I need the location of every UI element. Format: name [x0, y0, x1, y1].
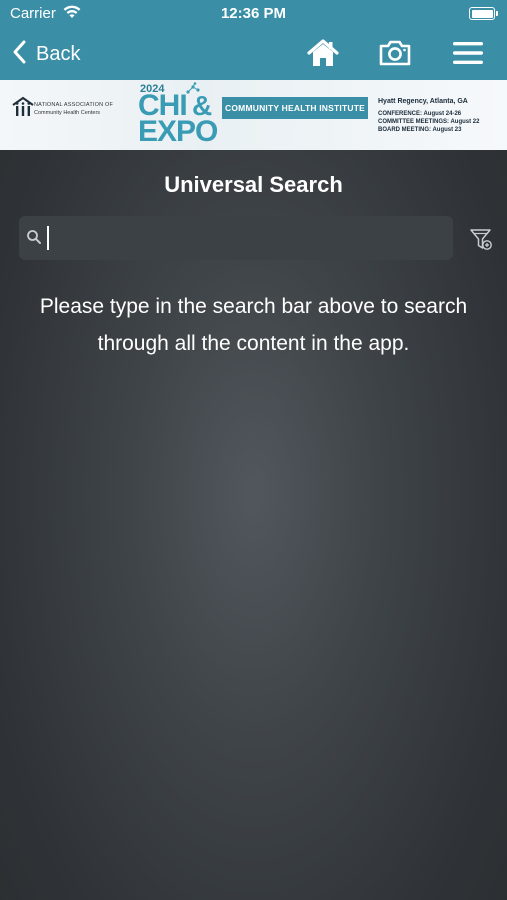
- event-venue: Hyatt Regency, Atlanta, GA: [378, 98, 468, 105]
- status-bar: Carrier 12:36 PM: [0, 0, 507, 28]
- filter-icon[interactable]: [469, 227, 494, 252]
- search-input[interactable]: [45, 222, 445, 254]
- molecule-icon: [184, 82, 202, 101]
- institute-badge: COMMUNITY HEALTH INSTITUTE: [222, 97, 368, 119]
- search-bar[interactable]: [19, 216, 453, 260]
- navigation-bar: Back: [0, 28, 507, 80]
- nachc-logo-icon: [12, 96, 34, 123]
- battery-icon: [469, 7, 495, 20]
- hamburger-menu-icon[interactable]: [451, 38, 485, 68]
- page-title: Universal Search: [164, 172, 343, 197]
- battery-tip: [496, 11, 498, 16]
- camera-icon[interactable]: [378, 38, 412, 68]
- status-time: 12:36 PM: [220, 5, 287, 22]
- org-name-line2: Community Health Centers: [34, 110, 101, 116]
- magnifier-icon: [26, 229, 42, 245]
- empty-search-message: Please type in the search bar above to s…: [39, 295, 468, 355]
- board-dates: BOARD MEETING: August 23: [378, 127, 462, 133]
- committee-dates: COMMITTEE MEETINGS: August 22: [378, 119, 480, 125]
- org-name-line1: NATIONAL ASSOCIATION OF: [34, 102, 114, 108]
- event-expo: EXPO: [138, 115, 218, 148]
- event-banner[interactable]: NATIONAL ASSOCIATION OF Community Health…: [0, 80, 507, 150]
- back-button[interactable]: Back: [12, 38, 80, 70]
- back-label: Back: [36, 42, 81, 65]
- conference-dates: CONFERENCE: August 24-26: [378, 111, 462, 117]
- text-caret: [47, 226, 49, 250]
- chevron-left-icon: [12, 40, 26, 69]
- home-icon[interactable]: [306, 38, 340, 68]
